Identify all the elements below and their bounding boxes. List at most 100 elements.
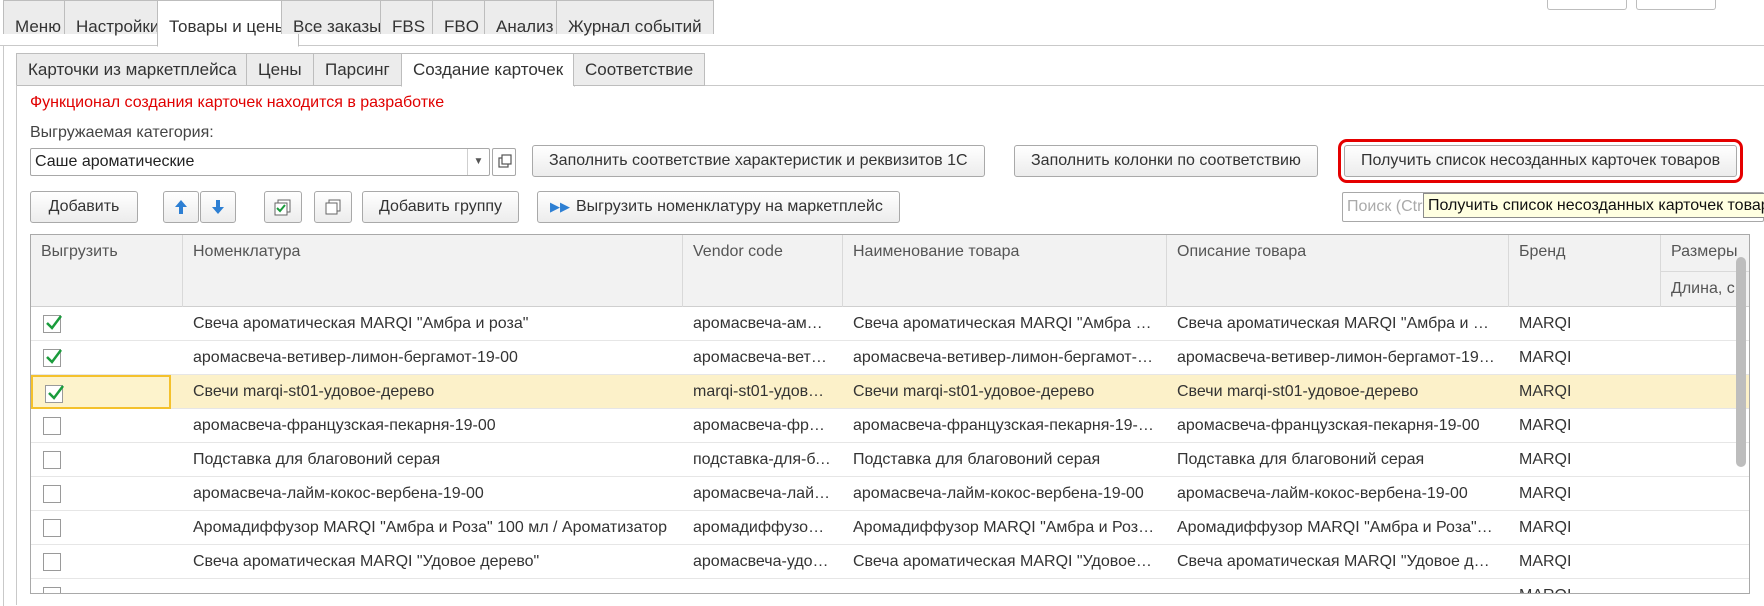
cell-description: Свеча ароматическая MARQI "Амбра и роза" bbox=[1177, 315, 1497, 332]
cell-export[interactable] bbox=[31, 307, 171, 341]
export-checkbox[interactable] bbox=[43, 553, 61, 571]
check-all-button[interactable] bbox=[264, 191, 302, 223]
cell-description bbox=[1167, 579, 1497, 593]
top-tab-fbo[interactable]: FBO bbox=[432, 0, 491, 36]
col-vendor-code[interactable]: Vendor code bbox=[683, 235, 843, 307]
fill-mapping-button[interactable]: Заполнить соответствие характеристик и р… bbox=[532, 145, 985, 177]
cell-vendor-code: аромасвеча-ветивер-лимон bbox=[693, 349, 831, 366]
top-tab-goods-prices[interactable]: Товары и цены bbox=[157, 0, 300, 47]
cell-brand: MARQI bbox=[1509, 579, 1649, 593]
export-checkbox[interactable] bbox=[43, 451, 61, 469]
cell-nomenclature: аромасвеча-лайм-кокос-вербена-19-00 bbox=[193, 485, 484, 502]
add-button[interactable]: Добавить bbox=[30, 191, 138, 223]
table-row[interactable]: аромасвеча-лайм-кокос-вербена-19-00 арома… bbox=[31, 477, 1749, 511]
outer-border bbox=[3, 46, 4, 606]
top-tab-analysis[interactable]: Анализ bbox=[484, 0, 566, 36]
cell-product-name: Свеча ароматическая MARQI "Удовое дерево… bbox=[853, 553, 1155, 570]
move-up-button[interactable] bbox=[163, 191, 199, 223]
table-row[interactable]: Свечи marqi-st01-удовое-дерево marqi-st01… bbox=[31, 375, 1749, 409]
cell-nomenclature: аромасвеча-ветивер-лимон-бергамот-19-00 bbox=[193, 349, 518, 366]
checkmark-icon bbox=[48, 385, 64, 400]
export-checkbox[interactable] bbox=[45, 385, 64, 403]
cell-product-name: Свечи marqi-st01-удовое-дерево bbox=[853, 383, 1095, 400]
category-value: Саше ароматические bbox=[35, 153, 195, 170]
cell-product-name: Подставка для благовоний серая bbox=[853, 451, 1101, 468]
sub-tab-mapping[interactable]: Соответствие bbox=[573, 53, 706, 86]
arrow-down-icon bbox=[212, 199, 224, 214]
top-tab-all-orders[interactable]: Все заказы bbox=[281, 0, 394, 36]
top-tabs-bar: Меню Настройки Товары и цены Все заказы … bbox=[0, 0, 1764, 47]
sub-tab-prices[interactable]: Цены bbox=[246, 53, 314, 86]
checkmark-icon bbox=[46, 315, 62, 330]
check-all-icon bbox=[274, 199, 291, 216]
col-export[interactable]: Выгрузить bbox=[31, 235, 183, 307]
top-tab-menu[interactable]: Меню bbox=[3, 0, 73, 36]
table-row[interactable]: Подставка для благовоний серая подставка-… bbox=[31, 443, 1749, 477]
cell-product-name: аромасвеча-французская-пекарня-19-00 bbox=[853, 417, 1155, 434]
table-row[interactable]: MARQI bbox=[31, 579, 1749, 593]
cell-length bbox=[1661, 511, 1739, 545]
top-tab-fbs[interactable]: FBS bbox=[380, 0, 438, 36]
cell-brand: MARQI bbox=[1519, 519, 1572, 536]
cell-export[interactable] bbox=[31, 409, 171, 443]
cell-export[interactable] bbox=[31, 341, 171, 375]
table-row[interactable]: Аромадиффузор MARQI "Амбра и Роза" 100 м… bbox=[31, 511, 1749, 545]
col-nomenclature[interactable]: Номенклатура bbox=[183, 235, 683, 307]
sub-tab-marketplace-cards[interactable]: Карточки из маркетплейса bbox=[16, 53, 249, 86]
scrollbar-thumb[interactable] bbox=[1736, 257, 1746, 467]
export-label: Выгрузить номенклатуру на маркетплейс bbox=[576, 198, 883, 215]
export-icon: ▶▶ bbox=[550, 199, 570, 214]
export-checkbox[interactable] bbox=[43, 485, 61, 503]
cell-product-name: аромасвеча-лайм-кокос-вербена-19-00 bbox=[853, 485, 1144, 502]
cell-export[interactable] bbox=[31, 477, 171, 511]
table-row[interactable]: аромасвеча-французская-пекарня-19-00 аром… bbox=[31, 409, 1749, 443]
move-down-button[interactable] bbox=[200, 191, 236, 223]
cell-vendor-code: аромасвеча-удовое-дерево bbox=[693, 553, 831, 570]
cell-length bbox=[1661, 443, 1739, 477]
export-checkbox[interactable] bbox=[43, 417, 61, 435]
col-description[interactable]: Описание товара bbox=[1167, 235, 1509, 307]
cell-description: Подставка для благовоний серая bbox=[1177, 451, 1425, 468]
top-tab-settings[interactable]: Настройки bbox=[64, 0, 172, 36]
open-category-button[interactable] bbox=[492, 148, 516, 176]
cell-nomenclature: Аромадиффузор MARQI "Амбра и Роза" 100 м… bbox=[193, 519, 668, 536]
cell-length bbox=[1661, 375, 1739, 409]
cell-product-name: Свеча ароматическая MARQI "Амбра и роза" bbox=[853, 315, 1155, 332]
cell-export[interactable] bbox=[31, 443, 171, 477]
cell-nomenclature: Свечи marqi-st01-удовое-дерево bbox=[193, 383, 435, 400]
add-group-button[interactable]: Добавить группу bbox=[362, 191, 520, 223]
col-brand[interactable]: Бренд bbox=[1509, 235, 1661, 307]
cell-description: аромасвеча-французская-пекарня-19-00 bbox=[1177, 417, 1480, 434]
panel-border bbox=[16, 85, 17, 605]
export-checkbox[interactable] bbox=[43, 315, 62, 333]
vertical-scrollbar[interactable] bbox=[1735, 257, 1749, 593]
development-warning: Функционал создания карточек находится в… bbox=[30, 94, 445, 111]
cell-export[interactable] bbox=[31, 375, 171, 409]
col-product-name[interactable]: Наименование товара bbox=[843, 235, 1167, 307]
export-checkbox[interactable] bbox=[43, 349, 62, 367]
cell-brand: MARQI bbox=[1519, 315, 1572, 332]
top-right-button-2[interactable] bbox=[1636, 0, 1716, 10]
export-checkbox[interactable] bbox=[43, 519, 61, 537]
cell-brand: MARQI bbox=[1519, 485, 1572, 502]
cell-export[interactable] bbox=[31, 579, 171, 593]
cell-export[interactable] bbox=[31, 511, 171, 545]
export-to-marketplace-button[interactable]: ▶▶ Выгрузить номенклатуру на маркетплейс bbox=[537, 191, 900, 223]
get-uncreated-cards-button[interactable]: Получить список несозданных карточек тов… bbox=[1337, 139, 1744, 183]
table-row[interactable]: Свеча ароматическая MARQI "Удовое дерево… bbox=[31, 545, 1749, 579]
table-row[interactable]: Свеча ароматическая MARQI "Амбра и роза"… bbox=[31, 307, 1749, 341]
cell-length bbox=[1661, 579, 1739, 593]
sub-tab-parsing[interactable]: Парсинг bbox=[313, 53, 402, 86]
table-row[interactable]: аромасвеча-ветивер-лимон-бергамот-19-00 а… bbox=[31, 341, 1749, 375]
cell-vendor-code bbox=[683, 579, 831, 593]
fill-columns-button[interactable]: Заполнить колонки по соответствию bbox=[1014, 145, 1318, 177]
uncheck-all-button[interactable] bbox=[314, 191, 352, 223]
top-tab-event-log[interactable]: Журнал событий bbox=[556, 0, 714, 36]
cell-export[interactable] bbox=[31, 545, 171, 579]
chevron-down-icon[interactable]: ▼ bbox=[467, 149, 489, 175]
top-right-button[interactable] bbox=[1547, 0, 1627, 10]
sub-tab-card-creation[interactable]: Создание карточек bbox=[401, 53, 576, 87]
category-select[interactable]: Саше ароматические ▼ bbox=[30, 148, 490, 176]
cards-table[interactable]: Выгрузить Номенклатура Vendor code Наиме… bbox=[30, 234, 1750, 594]
cell-product-name: Аромадиффузор MARQI "Амбра и Роза" 100 м… bbox=[853, 519, 1155, 536]
